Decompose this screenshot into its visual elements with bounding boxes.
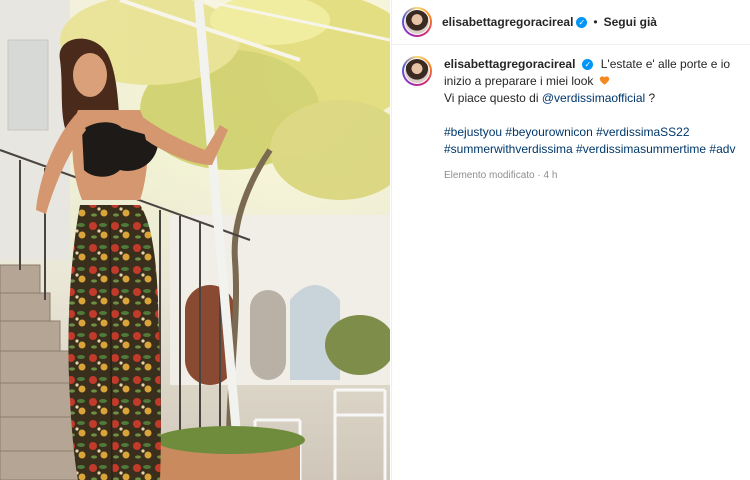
hashtag-link[interactable]: #adv: [709, 142, 735, 156]
caption-line-2-suffix: ?: [648, 91, 656, 105]
caption-text: elisabettagregoracireal ✓ L'estate e' all…: [444, 56, 747, 107]
caption-line-2-prefix: Vi piace questo di: [444, 91, 539, 105]
post-time[interactable]: 4 h: [544, 170, 558, 181]
post-photo[interactable]: [0, 0, 390, 480]
caption-verified-icon: ✓: [582, 59, 594, 71]
caption-body: elisabettagregoracireal ✓ L'estate e' all…: [444, 56, 747, 184]
hashtag-list: #bejustyou #beyourownicon #verdissimaSS2…: [444, 124, 747, 158]
meta-separator: ·: [537, 170, 541, 181]
post-header: elisabettagregoracireal ✓ • Segui già: [392, 0, 750, 45]
post-side-panel: elisabettagregoracireal ✓ • Segui già el…: [391, 0, 750, 480]
avatar-image: [405, 10, 429, 34]
verified-icon: ✓: [576, 16, 588, 28]
edited-label: Elemento modificato: [444, 170, 535, 181]
hashtag-link[interactable]: #verdissimaSS22: [596, 125, 689, 139]
orange-heart-icon: [599, 76, 609, 85]
avatar-ring: [404, 9, 430, 35]
hashtag-link[interactable]: #bejustyou: [444, 125, 502, 139]
header-username[interactable]: elisabettagregoracireal: [442, 15, 573, 29]
caption-avatar-image: [405, 59, 429, 83]
following-button[interactable]: Segui già: [604, 15, 657, 29]
mention-link[interactable]: @verdissimaofficial: [542, 91, 645, 105]
hashtag-link[interactable]: #verdissimasummertime: [576, 142, 706, 156]
hashtag-link[interactable]: #summerwithverdissima: [444, 142, 573, 156]
caption-block: elisabettagregoracireal ✓ L'estate e' all…: [402, 56, 747, 184]
header-separator: •: [593, 15, 598, 29]
caption-avatar-ring: [404, 58, 430, 84]
hashtag-link[interactable]: #beyourownicon: [505, 125, 592, 139]
caption-username[interactable]: elisabettagregoracireal: [444, 57, 575, 71]
caption-avatar[interactable]: [402, 56, 432, 86]
photo-illustration: [0, 0, 390, 480]
avatar[interactable]: [402, 7, 432, 37]
post-meta: Elemento modificato · 4 h: [444, 167, 747, 184]
